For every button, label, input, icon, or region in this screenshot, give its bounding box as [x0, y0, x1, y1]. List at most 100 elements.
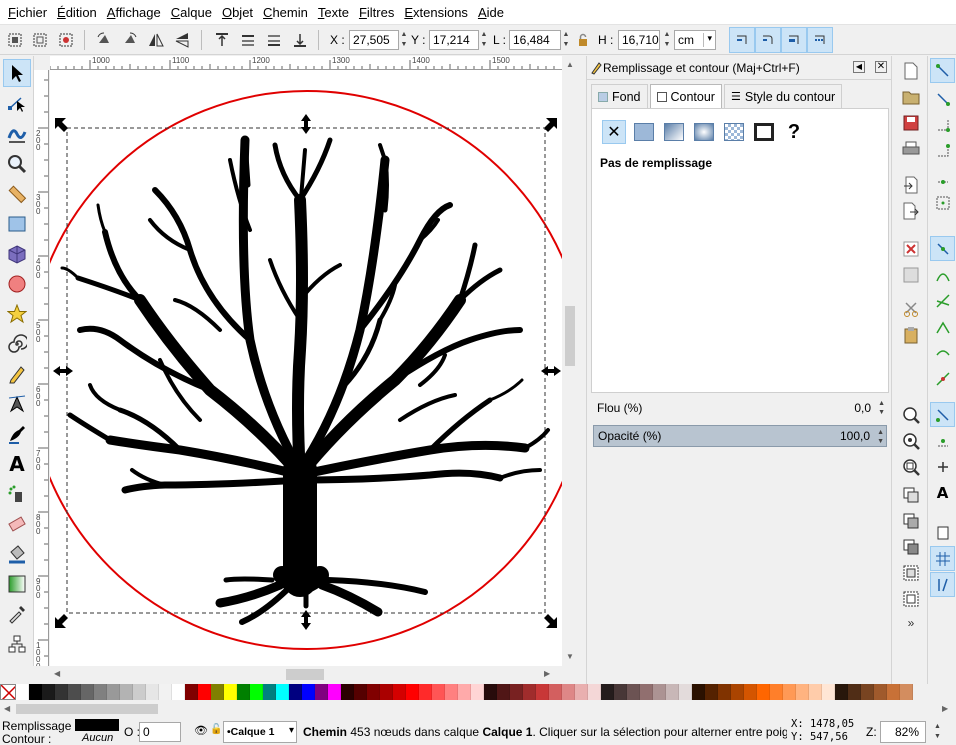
color-swatch[interactable]	[419, 684, 432, 700]
zoom-page-icon[interactable]	[900, 456, 922, 478]
zoom-field[interactable]: 82%	[880, 721, 926, 743]
pattern-button[interactable]	[722, 120, 746, 144]
blur-spinner[interactable]: ▲ ▼	[878, 399, 885, 417]
color-swatch[interactable]	[198, 684, 211, 700]
color-swatch[interactable]	[393, 684, 406, 700]
color-swatch[interactable]	[718, 684, 731, 700]
scale-gradients-toggle[interactable]	[781, 27, 807, 53]
layer-select[interactable]: •Calque 1 ▾	[223, 721, 297, 743]
eraser-tool-icon[interactable]	[3, 510, 31, 538]
menu-extensions[interactable]: Extensions	[400, 5, 472, 20]
width-spinner[interactable]: ▲ ▼	[561, 30, 571, 50]
dialog-menu-icon[interactable]: ◀	[853, 61, 865, 73]
snap-bbox-corner-icon[interactable]	[930, 138, 955, 163]
scroll-up-arrow[interactable]: ▲	[566, 60, 574, 69]
scrollbar-thumb[interactable]	[565, 306, 575, 366]
scroll-left-arrow[interactable]: ◀	[4, 704, 10, 713]
ungroup-icon[interactable]	[900, 588, 922, 610]
color-swatch[interactable]	[159, 684, 172, 700]
color-swatch[interactable]	[627, 684, 640, 700]
color-swatch[interactable]	[809, 684, 822, 700]
import-icon[interactable]	[900, 174, 922, 196]
scale-patterns-toggle[interactable]	[807, 27, 833, 53]
scrollbar-thumb[interactable]	[286, 669, 324, 680]
y-spinner[interactable]: ▲ ▼	[479, 30, 489, 50]
connector-tool-icon[interactable]	[3, 630, 31, 658]
spiral-tool-icon[interactable]	[3, 330, 31, 358]
color-swatch[interactable]	[666, 684, 679, 700]
color-swatch[interactable]	[133, 684, 146, 700]
color-swatch[interactable]	[640, 684, 653, 700]
opacity-slider[interactable]: Opacité (%) 100,0 ▲ ▼	[593, 425, 887, 447]
lock-ratio-icon[interactable]	[572, 29, 594, 51]
raise-to-top-icon[interactable]	[211, 29, 233, 51]
menu-texte[interactable]: Texte	[314, 5, 353, 20]
color-swatch[interactable]	[185, 684, 198, 700]
snap-bbox-midpoint-icon[interactable]	[930, 164, 955, 189]
scale-stroke-toggle[interactable]	[729, 27, 755, 53]
layer-lock-icon[interactable]: 🔓	[210, 724, 222, 735]
dropper-tool-icon[interactable]	[3, 600, 31, 628]
save-icon[interactable]	[900, 112, 922, 134]
pencil-tool-icon[interactable]	[3, 360, 31, 388]
color-swatch[interactable]	[575, 684, 588, 700]
menu-chemin[interactable]: Chemin	[259, 5, 312, 20]
deselect-icon[interactable]	[55, 29, 77, 51]
color-swatch[interactable]	[679, 684, 692, 700]
flat-color-button[interactable]	[632, 120, 656, 144]
color-swatch[interactable]	[562, 684, 575, 700]
selector-tool-icon[interactable]	[3, 59, 31, 87]
color-swatch[interactable]	[107, 684, 120, 700]
opacity-spinner[interactable]: ▲ ▼	[877, 428, 884, 446]
color-swatch[interactable]	[523, 684, 536, 700]
width-field[interactable]: 16,484	[509, 30, 561, 50]
3d-box-tool-icon[interactable]	[3, 240, 31, 268]
horizontal-scrollbar[interactable]: ◀ ▶	[50, 666, 578, 683]
layer-visibility-icon[interactable]: 👁	[194, 724, 208, 737]
color-swatch[interactable]	[705, 684, 718, 700]
radial-gradient-button[interactable]	[692, 120, 716, 144]
color-swatch[interactable]	[744, 684, 757, 700]
color-swatch[interactable]	[757, 684, 770, 700]
print-icon[interactable]	[900, 138, 922, 160]
color-swatch[interactable]	[822, 684, 835, 700]
color-swatch[interactable]	[614, 684, 627, 700]
snap-guides-icon[interactable]	[930, 572, 955, 597]
menu-fichier[interactable]: Fichier	[4, 5, 51, 20]
x-spinner[interactable]: ▲ ▼	[399, 30, 409, 50]
x-field[interactable]: 27,505	[349, 30, 399, 50]
color-swatch[interactable]	[211, 684, 224, 700]
tab-fond[interactable]: Fond	[591, 84, 648, 108]
lower-to-bottom-icon[interactable]	[289, 29, 311, 51]
color-swatch[interactable]	[29, 684, 42, 700]
new-document-icon[interactable]	[900, 60, 922, 82]
lower-icon[interactable]	[263, 29, 285, 51]
pen-tool-icon[interactable]	[3, 390, 31, 418]
color-swatch[interactable]	[770, 684, 783, 700]
redo-icon[interactable]	[900, 264, 922, 286]
scrollbar-thumb[interactable]	[16, 704, 158, 714]
scale-corners-toggle[interactable]	[755, 27, 781, 53]
color-swatch[interactable]	[731, 684, 744, 700]
rectangle-tool-icon[interactable]	[3, 210, 31, 238]
open-folder-icon[interactable]	[900, 86, 922, 108]
node-tool-icon[interactable]	[3, 89, 31, 117]
gradient-tool-icon[interactable]	[3, 570, 31, 598]
group-icon[interactable]	[900, 562, 922, 584]
color-swatch[interactable]	[354, 684, 367, 700]
color-swatch[interactable]	[835, 684, 848, 700]
height-field[interactable]: 16,710	[618, 30, 660, 50]
stroke-indicator-value[interactable]: Aucun	[82, 732, 113, 744]
snap-text-baseline-icon[interactable]: A	[930, 480, 955, 505]
color-swatch[interactable]	[224, 684, 237, 700]
close-icon[interactable]: ✕	[875, 61, 887, 73]
select-all-layers-icon[interactable]	[29, 29, 51, 51]
color-swatch[interactable]	[276, 684, 289, 700]
ellipse-tool-icon[interactable]	[3, 270, 31, 298]
color-swatch[interactable]	[328, 684, 341, 700]
undo-icon[interactable]	[900, 238, 922, 260]
color-swatch[interactable]	[367, 684, 380, 700]
swatch-button[interactable]	[752, 120, 776, 144]
color-swatch[interactable]	[406, 684, 419, 700]
zoom-selection-icon[interactable]	[900, 404, 922, 426]
